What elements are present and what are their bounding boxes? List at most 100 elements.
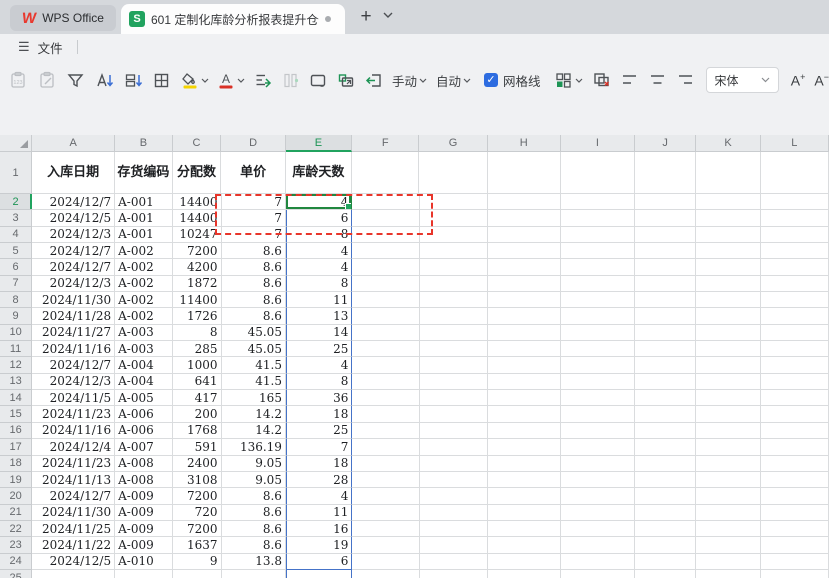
cell-A7[interactable]: 2024/12/3 <box>32 276 115 292</box>
cell-A11[interactable]: 2024/11/16 <box>32 341 115 357</box>
new-tab-button[interactable]: + <box>355 6 377 28</box>
cell-L23[interactable] <box>761 537 829 553</box>
cell-D23[interactable]: 8.6 <box>222 537 286 553</box>
cell-I22[interactable] <box>561 521 635 537</box>
cell-C6[interactable]: 4200 <box>173 259 222 275</box>
cell-D16[interactable]: 14.2 <box>222 423 286 439</box>
cell-H5[interactable] <box>488 243 561 259</box>
row-header-25[interactable]: 25 <box>0 570 32 578</box>
cell-F12[interactable] <box>352 357 419 373</box>
row-header-6[interactable]: 6 <box>0 259 32 275</box>
cell-D24[interactable]: 13.8 <box>222 554 286 570</box>
cell-B18[interactable]: A-008 <box>115 456 173 472</box>
cell-L7[interactable] <box>761 276 829 292</box>
cell-L9[interactable] <box>761 308 829 324</box>
cell-D13[interactable]: 41.5 <box>222 374 286 390</box>
cell-G11[interactable] <box>420 341 488 357</box>
cell-F16[interactable] <box>352 423 419 439</box>
cell-H25[interactable] <box>488 570 561 578</box>
cell-D11[interactable]: 45.05 <box>222 341 286 357</box>
cell-K16[interactable] <box>696 423 760 439</box>
cell-L21[interactable] <box>761 505 829 521</box>
cell-A18[interactable]: 2024/11/23 <box>32 456 115 472</box>
auto-calc-button[interactable]: 自动 <box>436 67 471 93</box>
cell-D1[interactable]: 单价 <box>221 152 285 194</box>
cell-H16[interactable] <box>488 423 561 439</box>
remove-overlap-button[interactable] <box>592 67 611 93</box>
cell-G17[interactable] <box>420 439 488 455</box>
cell-H11[interactable] <box>488 341 561 357</box>
align-right-button[interactable] <box>677 67 694 93</box>
cell-B17[interactable]: A-007 <box>115 439 173 455</box>
cell-J25[interactable] <box>635 570 696 578</box>
cell-K21[interactable] <box>696 505 760 521</box>
cell-C18[interactable]: 2400 <box>173 456 222 472</box>
cell-L8[interactable] <box>761 292 829 308</box>
cell-B2[interactable]: A-001 <box>115 194 173 210</box>
cell-J12[interactable] <box>635 357 696 373</box>
cell-G4[interactable] <box>420 227 488 243</box>
cell-F4[interactable] <box>352 227 419 243</box>
cell-J8[interactable] <box>635 292 696 308</box>
cell-I18[interactable] <box>561 456 635 472</box>
font-color-button[interactable]: A <box>217 67 245 93</box>
cell-L16[interactable] <box>761 423 829 439</box>
cell-H15[interactable] <box>488 406 561 422</box>
cell-F15[interactable] <box>352 406 419 422</box>
cell-J22[interactable] <box>635 521 696 537</box>
cell-G13[interactable] <box>420 374 488 390</box>
file-menu-button[interactable]: 文件 <box>38 38 63 57</box>
cell-D5[interactable]: 8.6 <box>222 243 286 259</box>
cell-H22[interactable] <box>488 521 561 537</box>
cell-A16[interactable]: 2024/11/16 <box>32 423 115 439</box>
column-header-G[interactable]: G <box>419 135 487 152</box>
cell-G1[interactable] <box>419 152 487 194</box>
cell-F23[interactable] <box>352 537 419 553</box>
cell-B7[interactable]: A-002 <box>115 276 173 292</box>
cell-D19[interactable]: 9.05 <box>222 472 286 488</box>
column-header-D[interactable]: D <box>221 135 285 152</box>
cell-F9[interactable] <box>352 308 419 324</box>
cell-C2[interactable]: 14400 <box>173 194 222 210</box>
cell-J13[interactable] <box>635 374 696 390</box>
cell-F6[interactable] <box>352 259 419 275</box>
cell-H21[interactable] <box>488 505 561 521</box>
cell-C11[interactable]: 285 <box>173 341 222 357</box>
cell-H18[interactable] <box>488 456 561 472</box>
cell-I8[interactable] <box>561 292 635 308</box>
cell-E8[interactable]: 11 <box>286 292 352 308</box>
cell-A23[interactable]: 2024/11/22 <box>32 537 115 553</box>
font-size-decrease-button[interactable]: A− <box>814 67 829 93</box>
select-all-corner[interactable] <box>0 135 32 152</box>
row-header-2[interactable]: 2 <box>0 194 32 210</box>
cell-A10[interactable]: 2024/11/27 <box>32 325 115 341</box>
cell-C25[interactable] <box>173 570 222 578</box>
cell-K25[interactable] <box>696 570 760 578</box>
wps-home-tab[interactable]: W WPS Office <box>10 5 116 31</box>
cell-C16[interactable]: 1768 <box>173 423 222 439</box>
cell-K17[interactable] <box>696 439 760 455</box>
cell-L1[interactable] <box>761 152 829 194</box>
cell-G5[interactable] <box>420 243 488 259</box>
cell-C21[interactable]: 720 <box>173 505 222 521</box>
cell-I21[interactable] <box>561 505 635 521</box>
cell-H19[interactable] <box>488 472 561 488</box>
cell-I14[interactable] <box>561 390 635 406</box>
cell-J5[interactable] <box>635 243 696 259</box>
cell-I6[interactable] <box>561 259 635 275</box>
cell-E1[interactable]: 库龄天数 <box>286 152 352 194</box>
cell-A17[interactable]: 2024/12/4 <box>32 439 115 455</box>
cell-J3[interactable] <box>635 210 696 226</box>
cell-D12[interactable]: 41.5 <box>222 357 286 373</box>
cell-A2[interactable]: 2024/12/7 <box>32 194 115 210</box>
cell-D2[interactable]: 7 <box>222 194 286 210</box>
chevron-down-icon[interactable] <box>201 78 209 83</box>
cell-G10[interactable] <box>420 325 488 341</box>
cell-G24[interactable] <box>420 554 488 570</box>
cell-B9[interactable]: A-002 <box>115 308 173 324</box>
cell-I11[interactable] <box>561 341 635 357</box>
cell-J14[interactable] <box>635 390 696 406</box>
cell-C15[interactable]: 200 <box>173 406 222 422</box>
cell-B24[interactable]: A-010 <box>115 554 173 570</box>
cell-F10[interactable] <box>352 325 419 341</box>
